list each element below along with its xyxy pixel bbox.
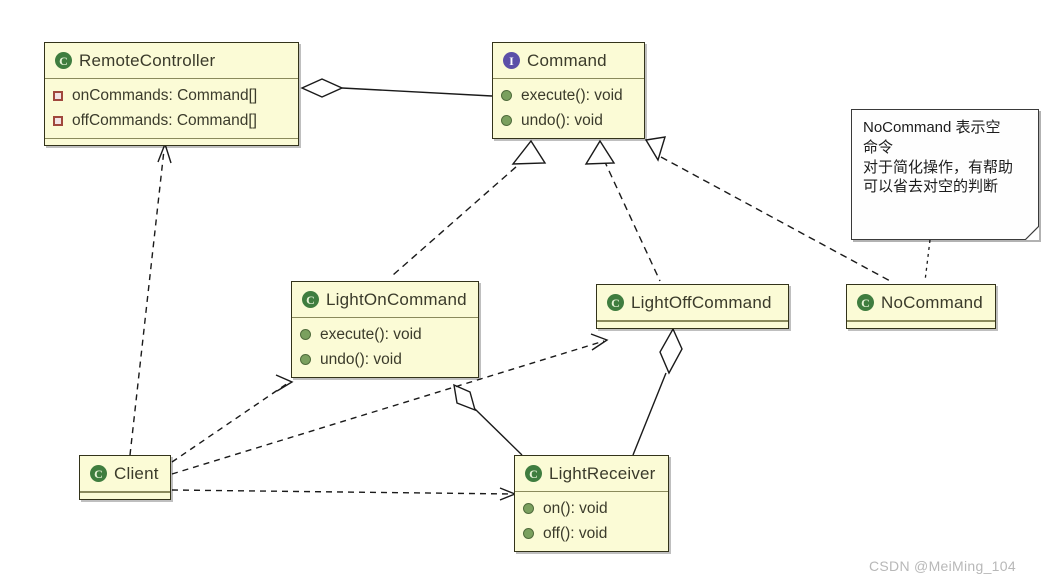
class-members-lightoncommand: execute(): void undo(): void xyxy=(292,318,478,377)
class-member-row[interactable]: off(): void xyxy=(523,521,660,546)
class-box-lightoncommand[interactable]: C LightOnCommand execute(): void undo():… xyxy=(291,281,479,378)
note-line: 对于简化操作，有帮助 xyxy=(863,158,1014,176)
class-members-lightreceiver: on(): void off(): void xyxy=(515,492,668,551)
uml-diagram-canvas: Command --> Command --> Command --> Comm… xyxy=(0,0,1045,587)
interface-icon: I xyxy=(503,52,520,69)
class-icon: C xyxy=(857,294,874,311)
member-label: offCommands: Command[] xyxy=(72,111,257,129)
public-method-icon xyxy=(501,90,512,101)
class-box-lightoffcommand[interactable]: C LightOffCommand xyxy=(596,284,789,329)
member-label: undo(): void xyxy=(320,350,402,368)
class-footer-strip xyxy=(597,321,788,328)
note-folded-corner xyxy=(1019,220,1039,240)
note-box-nocommand[interactable]: NoCommand 表示空 命令 对于简化操作，有帮助 可以省去对空的判断 xyxy=(851,109,1039,240)
private-field-icon xyxy=(53,90,63,101)
class-members-remotecontroller: onCommands: Command[] offCommands: Comma… xyxy=(45,79,298,138)
member-label: undo(): void xyxy=(521,111,603,129)
class-name-label: LightOffCommand xyxy=(631,292,772,312)
member-label: execute(): void xyxy=(320,325,422,343)
class-member-row[interactable]: offCommands: Command[] xyxy=(53,108,290,133)
edge-client-lightreceiver xyxy=(171,487,517,501)
class-header-client: C Client xyxy=(80,456,170,492)
watermark-label: CSDN @MeiMing_104 xyxy=(869,558,1016,574)
class-name-label: NoCommand xyxy=(881,292,983,312)
class-header-nocommand: C NoCommand xyxy=(847,285,995,321)
class-box-command[interactable]: I Command execute(): void undo(): void xyxy=(492,42,645,139)
class-header-lightoffcommand: C LightOffCommand xyxy=(597,285,788,321)
class-member-row[interactable]: on(): void xyxy=(523,496,660,521)
class-header-lightoncommand: C LightOnCommand xyxy=(292,282,478,318)
class-icon: C xyxy=(525,465,542,482)
class-footer-strip xyxy=(80,492,170,499)
class-icon: C xyxy=(302,291,319,308)
public-method-icon xyxy=(523,528,534,539)
private-field-icon xyxy=(53,115,63,126)
class-name-label: RemoteController xyxy=(79,50,216,70)
edge-remotecontroller-command xyxy=(300,78,493,98)
class-member-row[interactable]: execute(): void xyxy=(501,83,636,108)
note-line: NoCommand 表示空 xyxy=(863,119,1001,136)
member-label: onCommands: Command[] xyxy=(72,86,258,104)
public-method-icon xyxy=(501,115,512,126)
class-header-lightreceiver: C LightReceiver xyxy=(515,456,668,492)
edge-lightoncommand-command xyxy=(392,139,547,276)
class-member-row[interactable]: undo(): void xyxy=(501,108,636,133)
class-member-row[interactable]: execute(): void xyxy=(300,322,470,347)
edge-client-lightoncommand xyxy=(171,374,294,463)
class-box-nocommand[interactable]: C NoCommand xyxy=(846,284,996,329)
class-box-lightreceiver[interactable]: C LightReceiver on(): void off(): void xyxy=(514,455,669,552)
class-member-row[interactable]: onCommands: Command[] xyxy=(53,83,290,108)
class-box-remotecontroller[interactable]: C RemoteController onCommands: Command[]… xyxy=(44,42,299,146)
note-line: 可以省去对空的判断 xyxy=(863,178,999,196)
edge-lightoffcommand-command xyxy=(584,139,661,282)
edge-lightreceiver-lightoffcommand xyxy=(632,327,683,456)
class-name-label: LightReceiver xyxy=(549,463,656,483)
edge-client-remotecontroller xyxy=(129,141,172,456)
class-name-label: Client xyxy=(114,463,159,483)
member-label: execute(): void xyxy=(521,86,623,104)
class-member-row[interactable]: undo(): void xyxy=(300,347,470,372)
class-name-label: Command xyxy=(527,50,607,70)
class-box-client[interactable]: C Client xyxy=(79,455,171,500)
class-icon: C xyxy=(607,294,624,311)
edge-note-nocommand xyxy=(924,239,931,282)
public-method-icon xyxy=(300,329,311,340)
class-header-remotecontroller: C RemoteController xyxy=(45,43,298,79)
edge-lightreceiver-lightoncommand xyxy=(453,383,523,456)
class-footer-strip xyxy=(847,321,995,328)
class-members-command: execute(): void undo(): void xyxy=(493,79,644,138)
member-label: off(): void xyxy=(543,524,608,542)
public-method-icon xyxy=(523,503,534,514)
note-line: 命令 xyxy=(863,138,894,156)
class-name-label: LightOnCommand xyxy=(326,289,467,309)
class-header-command: I Command xyxy=(493,43,644,79)
class-footer-strip xyxy=(45,138,298,145)
member-label: on(): void xyxy=(543,499,608,517)
class-icon: C xyxy=(55,52,72,69)
class-icon: C xyxy=(90,465,107,482)
public-method-icon xyxy=(300,354,311,365)
